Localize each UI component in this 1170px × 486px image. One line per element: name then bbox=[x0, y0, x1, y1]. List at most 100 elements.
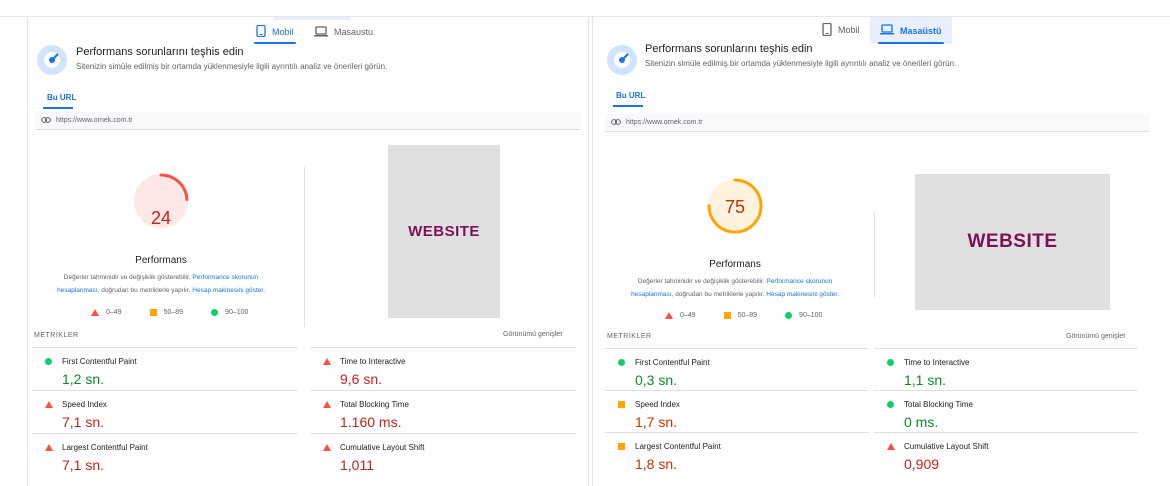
diagnose-subtitle: Sitenizin simüle edilmiş bir ortamda yük… bbox=[645, 59, 957, 68]
metric-lcp: Largest Contentful Paint 1,8 sn. bbox=[605, 432, 869, 475]
pass-circle-icon bbox=[785, 312, 793, 319]
active-tab-indicator bbox=[254, 42, 296, 44]
metric-value: 1,8 sn. bbox=[635, 456, 678, 472]
expand-view-toggle[interactable]: Görünümü genişlet bbox=[503, 331, 562, 338]
tab-mobile[interactable]: Mobil bbox=[812, 18, 870, 42]
metric-si: Speed Index 1,7 sn. bbox=[605, 390, 869, 433]
score-note-text-2: , doğrudan bu metriklerle yapılır. bbox=[671, 291, 765, 298]
diagnose-title: Performans sorunlarını teşhis edin bbox=[76, 46, 244, 58]
metric-fcp: First Contentful Paint 0,3 sn. bbox=[605, 348, 869, 391]
fail-triangle-icon bbox=[91, 309, 99, 316]
legend-pass: 90–100 bbox=[785, 312, 822, 319]
fail-triangle-icon bbox=[887, 443, 895, 450]
metric-name: Cumulative Layout Shift bbox=[904, 442, 989, 451]
tab-desktop[interactable]: Masaustu bbox=[304, 20, 383, 44]
metric-name: Total Blocking Time bbox=[904, 400, 973, 409]
metric-lcp: Largest Contentful Paint 7,1 sn. bbox=[32, 433, 298, 476]
url-bar: https://www.ornek.com.tr bbox=[35, 112, 581, 130]
calculator-link[interactable]: Hesap makinesini göster. bbox=[766, 291, 839, 298]
metric-value: 7,1 sn. bbox=[62, 457, 105, 473]
fail-triangle-icon bbox=[323, 401, 331, 408]
legend-pass-label: 90–100 bbox=[799, 312, 823, 319]
score-calc-link-2[interactable]: hesaplanması bbox=[57, 287, 97, 294]
score-calc-link[interactable]: Performance skorunun bbox=[766, 278, 832, 285]
phone-icon bbox=[822, 22, 832, 38]
pass-circle-icon bbox=[887, 359, 894, 366]
score-legend: 0–49 50–89 90–100 bbox=[665, 312, 850, 319]
phone-icon bbox=[256, 24, 266, 39]
metric-value: 1,7 sn. bbox=[635, 414, 678, 430]
pass-circle-icon bbox=[887, 401, 894, 408]
vertical-divider bbox=[304, 167, 305, 327]
score-calc-link[interactable]: Performance skorunun bbox=[192, 274, 258, 281]
fail-triangle-icon bbox=[665, 312, 673, 319]
metric-value: 0 ms. bbox=[904, 414, 939, 430]
average-square-icon bbox=[723, 312, 731, 319]
score-note-text: Değerler tahminidir ve değişiklik göster… bbox=[63, 274, 191, 281]
tab-this-url[interactable]: Bu URL bbox=[616, 91, 645, 100]
diagnose-title: Performans sorunlarını teşhis edin bbox=[645, 43, 813, 55]
pass-circle-icon bbox=[211, 309, 219, 316]
analyzed-url: https://www.ornek.com.tr bbox=[56, 117, 133, 124]
legend-fail-label: 0–49 bbox=[106, 309, 122, 316]
metrics-heading: METRİKLER bbox=[34, 332, 79, 339]
url-bar: https://www.ornek.com.tr bbox=[605, 114, 1149, 132]
score-label: Performans bbox=[135, 255, 187, 266]
calculator-link[interactable]: Hesap makinesini göster. bbox=[192, 287, 265, 294]
average-square-icon bbox=[149, 309, 157, 316]
page-screenshot-thumbnail: WEBSITE bbox=[915, 174, 1110, 310]
score-note: Değerler tahminidir ve değişiklik göster… bbox=[36, 271, 286, 297]
metrics-heading: METRİKLER bbox=[607, 333, 652, 340]
laptop-icon bbox=[880, 24, 894, 37]
url-tab-indicator bbox=[613, 105, 643, 107]
performance-score: 75 bbox=[724, 197, 746, 217]
tab-mobile-label: Mobil bbox=[272, 27, 294, 37]
metric-cls: Cumulative Layout Shift 1,011 bbox=[310, 433, 576, 476]
tab-desktop[interactable]: Masaüstü bbox=[870, 17, 952, 44]
tab-mobile[interactable]: Mobil bbox=[246, 20, 304, 44]
fail-triangle-icon bbox=[45, 444, 53, 451]
mobile-report-panel: Mobil Masaustu Performans sorunlarını te… bbox=[27, 17, 589, 486]
vertical-divider bbox=[874, 212, 875, 297]
score-label: Performans bbox=[709, 259, 761, 270]
average-square-icon bbox=[618, 401, 625, 408]
active-tab-indicator bbox=[878, 42, 944, 44]
tab-this-url[interactable]: Bu URL bbox=[47, 93, 76, 102]
metric-value: 9,6 sn. bbox=[340, 371, 383, 387]
expand-view-toggle[interactable]: Görünümü genişlet bbox=[1066, 333, 1125, 340]
analyzed-url: https://www.ornek.com.tr bbox=[626, 119, 703, 126]
tab-desktop-label: Masaüstü bbox=[900, 25, 942, 36]
metric-tti: Time to Interactive 1,1 sn. bbox=[874, 348, 1138, 391]
metric-name: Speed Index bbox=[62, 400, 107, 409]
legend-fail-label: 0–49 bbox=[680, 312, 696, 319]
tab-desktop-label: Masaustu bbox=[334, 27, 374, 37]
tab-mobile-label: Mobil bbox=[838, 25, 860, 35]
laptop-icon bbox=[314, 25, 328, 39]
link-icon bbox=[611, 118, 621, 127]
metric-value: 7,1 sn. bbox=[62, 414, 105, 430]
metric-name: Time to Interactive bbox=[340, 357, 406, 366]
metric-name: Cumulative Layout Shift bbox=[340, 443, 425, 452]
metric-name: Time to Interactive bbox=[904, 358, 970, 367]
legend-average-label: 50–89 bbox=[737, 312, 758, 319]
score-note: Değerler tahminidir ve değişiklik göster… bbox=[610, 275, 860, 301]
fail-triangle-icon bbox=[323, 444, 331, 451]
score-note-text: Değerler tahminidir ve değişiklik göster… bbox=[637, 278, 765, 285]
metric-si: Speed Index 7,1 sn. bbox=[32, 390, 298, 433]
score-calc-link-2[interactable]: hesaplanması bbox=[631, 291, 671, 298]
metric-value: 1,1 sn. bbox=[904, 372, 947, 388]
score-legend: 0–49 50–89 90–100 bbox=[91, 309, 276, 316]
metric-value: 1,2 sn. bbox=[62, 371, 105, 387]
metric-value: 0,909 bbox=[904, 456, 940, 472]
metric-name: First Contentful Paint bbox=[635, 358, 710, 367]
legend-fail: 0–49 bbox=[91, 309, 122, 316]
performance-score: 24 bbox=[150, 208, 172, 228]
metric-fcp: First Contentful Paint 1,2 sn. bbox=[32, 347, 298, 390]
metric-name: Total Blocking Time bbox=[340, 400, 409, 409]
metric-cls: Cumulative Layout Shift 0,909 bbox=[874, 432, 1138, 475]
page-screenshot-thumbnail: WEBSITE bbox=[388, 145, 500, 318]
metric-name: First Contentful Paint bbox=[62, 357, 137, 366]
diagnose-subtitle: Sitenizin simüle edilmiş bir ortamda yük… bbox=[76, 62, 388, 71]
metric-name: Largest Contentful Paint bbox=[635, 442, 721, 451]
legend-average-label: 50–89 bbox=[163, 309, 184, 316]
